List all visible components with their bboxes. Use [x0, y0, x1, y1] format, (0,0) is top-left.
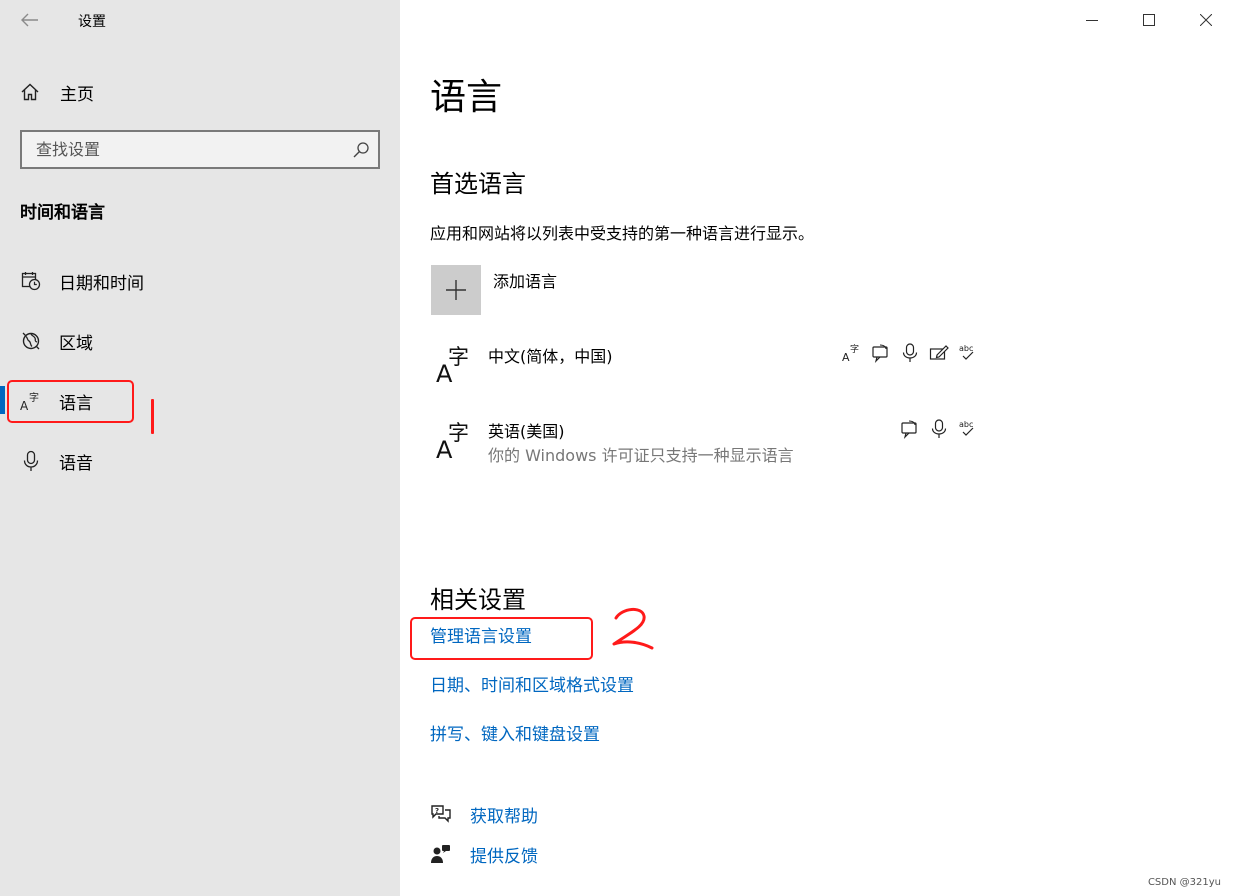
handwriting-icon	[928, 342, 950, 364]
globe-icon	[20, 330, 42, 352]
microphone-icon	[928, 418, 950, 440]
related-settings-heading: 相关设置	[430, 586, 526, 614]
microphone-icon	[20, 450, 42, 472]
back-arrow-icon	[21, 13, 38, 27]
search-icon[interactable]	[352, 141, 370, 159]
svg-text:abc: abc	[959, 420, 973, 429]
sidebar-item-label: 区域	[59, 333, 93, 354]
svg-text:字: 字	[448, 421, 469, 445]
language-item-english[interactable]: A 字 英语(美国) 你的 Windows 许可证只支持一种显示语言 abc	[430, 418, 990, 474]
minimize-button[interactable]	[1069, 4, 1115, 36]
svg-text:?: ?	[435, 807, 439, 815]
preferred-language-description: 应用和网站将以列表中受支持的第一种语言进行显示。	[430, 224, 815, 243]
maximize-icon	[1143, 14, 1155, 26]
section-title: 时间和语言	[20, 203, 105, 223]
search-box[interactable]	[20, 130, 380, 169]
maximize-button[interactable]	[1126, 4, 1172, 36]
page-title: 语言	[430, 77, 503, 118]
add-language-label[interactable]: 添加语言	[493, 268, 557, 292]
sidebar-item-label: 日期和时间	[59, 273, 144, 294]
sidebar: 设置 主页 时间和语言 日期和时间	[0, 0, 400, 896]
language-icon: A 字	[436, 345, 469, 388]
language-item-chinese[interactable]: A 字 中文(简体，中国) A字 abc	[430, 342, 990, 398]
display-language-icon: A字	[841, 342, 863, 364]
svg-text:字: 字	[850, 343, 859, 355]
svg-text:字: 字	[448, 345, 469, 369]
feedback-label: 提供反馈	[470, 846, 538, 867]
preferred-language-heading: 首选语言	[430, 170, 526, 198]
app-title: 设置	[78, 14, 106, 30]
calendar-clock-icon	[20, 270, 42, 292]
annotation-box-1	[7, 380, 134, 423]
watermark: CSDN @321yu	[1147, 877, 1221, 888]
speech-bubble-icon	[870, 342, 892, 364]
back-button[interactable]	[14, 8, 46, 32]
close-button[interactable]	[1183, 4, 1229, 36]
language-icon: A 字	[436, 421, 469, 464]
annotation-number-2: 2	[612, 608, 654, 650]
plus-icon	[446, 280, 466, 300]
feedback-person-icon	[431, 845, 450, 863]
spelling-typing-keyboard-link[interactable]: 拼写、键入和键盘设置	[430, 720, 600, 745]
language-name: 英语(美国)	[488, 422, 565, 441]
language-name: 中文(简体，中国)	[488, 347, 613, 366]
search-input[interactable]	[22, 132, 378, 167]
get-help-link[interactable]: ? 获取帮助	[430, 800, 538, 828]
microphone-icon	[899, 342, 921, 364]
svg-text:abc: abc	[959, 344, 973, 353]
speech-bubble-icon	[899, 418, 921, 440]
annotation-box-2	[410, 617, 593, 660]
annotation-mark-1	[151, 399, 154, 434]
home-label: 主页	[60, 84, 94, 105]
close-icon	[1200, 14, 1212, 26]
language-note: 你的 Windows 许可证只支持一种显示语言	[488, 446, 794, 465]
add-language-button[interactable]	[431, 265, 481, 315]
sidebar-item-region[interactable]: 区域	[0, 321, 400, 361]
sidebar-item-speech[interactable]: 语音	[0, 441, 400, 481]
spellcheck-icon: abc	[957, 418, 979, 440]
spellcheck-icon: abc	[957, 342, 979, 364]
date-time-region-format-link[interactable]: 日期、时间和区域格式设置	[430, 671, 634, 696]
feedback-link[interactable]: 提供反馈	[430, 840, 538, 868]
minimize-icon	[1086, 20, 1098, 21]
svg-text:A: A	[842, 351, 850, 363]
home-icon	[21, 83, 39, 101]
sidebar-item-date-time[interactable]: 日期和时间	[0, 261, 400, 301]
help-chat-icon: ?	[431, 805, 451, 823]
sidebar-item-home[interactable]: 主页	[20, 78, 94, 106]
sidebar-item-label: 语音	[59, 453, 93, 474]
get-help-label: 获取帮助	[470, 806, 538, 827]
